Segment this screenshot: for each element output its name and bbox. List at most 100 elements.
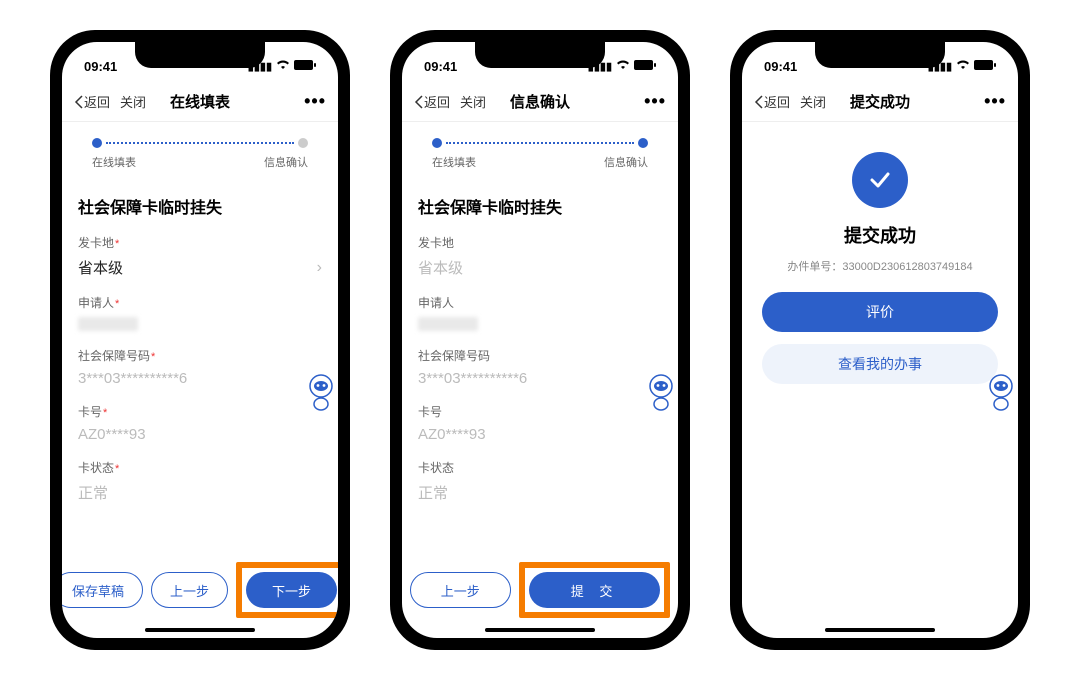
more-button[interactable]: ••• (304, 91, 326, 112)
notch (815, 42, 945, 68)
close-button[interactable]: 关闭 (800, 92, 826, 111)
success-content: 提交成功 办件单号：33000D230612803749184 评价 查看我的办… (742, 122, 1018, 396)
chevron-left-icon (754, 95, 764, 109)
step-label-1: 在线填表 (432, 154, 476, 170)
close-button[interactable]: 关闭 (120, 92, 146, 111)
prev-button[interactable]: 上一步 (410, 572, 511, 608)
status-label: 卡状态 (418, 461, 454, 475)
status-time: 09:41 (764, 59, 797, 74)
phone-frame-3: 09:41 ▮▮▮▮ 返回 关闭 提交成功 ••• 提交成功 (730, 30, 1030, 650)
applicant-value-masked (418, 317, 478, 331)
form-content: 社会保障卡临时挂失 发卡地 省本级 › 申请人 社会保障号码 3***03***… (62, 182, 338, 550)
field-status: 卡状态 正常 (78, 453, 322, 513)
footer-actions: 保存草稿 上一步 下一步 (62, 550, 338, 638)
status-value: 正常 (78, 482, 108, 503)
field-card: 卡号 AZ0****93 (78, 397, 322, 453)
mascot-icon[interactable] (984, 372, 1018, 412)
wifi-icon (276, 60, 290, 73)
home-indicator[interactable] (145, 628, 255, 632)
card-label: 卡号 (78, 405, 107, 419)
ssn-label: 社会保障号码 (418, 349, 490, 363)
case-number: 办件单号：33000D230612803749184 (787, 258, 972, 274)
progress-dash (106, 142, 294, 144)
phone-frame-1: 09:41 ▮▮▮▮ 返回 关闭 在线填表 ••• (50, 30, 350, 650)
rate-button[interactable]: 评价 (762, 292, 998, 332)
submit-button[interactable]: 提 交 (529, 572, 661, 608)
step-dot-2 (298, 138, 308, 148)
chevron-left-icon (74, 95, 84, 109)
mascot-icon[interactable] (304, 372, 338, 412)
wifi-icon (616, 60, 630, 73)
status-label: 卡状态 (78, 461, 119, 475)
step-label-1: 在线填表 (92, 154, 136, 170)
view-my-tasks-button[interactable]: 查看我的办事 (762, 344, 998, 384)
field-card: 卡号 AZ0****93 (418, 397, 662, 453)
applicant-value-masked (78, 317, 138, 331)
card-label: 卡号 (418, 405, 442, 419)
back-button[interactable]: 返回 (414, 92, 450, 111)
chevron-right-icon: › (317, 259, 322, 277)
notch (135, 42, 265, 68)
home-indicator[interactable] (825, 628, 935, 632)
nav-bar: 返回 关闭 在线填表 ••• (62, 82, 338, 122)
step-label-2: 信息确认 (264, 154, 308, 170)
chevron-left-icon (414, 95, 424, 109)
step-dot-1 (92, 138, 102, 148)
field-applicant: 申请人 (78, 288, 322, 341)
ssn-label: 社会保障号码 (78, 349, 155, 363)
close-button[interactable]: 关闭 (460, 92, 486, 111)
screen-1: 09:41 ▮▮▮▮ 返回 关闭 在线填表 ••• (62, 42, 338, 638)
next-button[interactable]: 下一步 (246, 572, 337, 608)
issuer-label: 发卡地 (418, 236, 454, 250)
wifi-icon (956, 60, 970, 73)
confirm-content: 社会保障卡临时挂失 发卡地 省本级 申请人 社会保障号码 3***03*****… (402, 182, 678, 550)
field-status: 卡状态 正常 (418, 453, 662, 513)
back-button[interactable]: 返回 (74, 92, 110, 111)
progress-dash (446, 142, 634, 144)
field-ssn: 社会保障号码 3***03**********6 (78, 341, 322, 397)
success-check-icon (852, 152, 908, 208)
home-indicator[interactable] (485, 628, 595, 632)
ssn-value: 3***03**********6 (418, 370, 527, 387)
battery-icon (294, 60, 316, 73)
back-button[interactable]: 返回 (754, 92, 790, 111)
issuer-value: 省本级 (418, 257, 463, 278)
footer-actions: 上一步 提 交 (402, 550, 678, 638)
mascot-icon[interactable] (644, 372, 678, 412)
section-title: 社会保障卡临时挂失 (418, 194, 662, 218)
notch (475, 42, 605, 68)
highlight-box: 下一步 (236, 562, 338, 618)
more-button[interactable]: ••• (984, 91, 1006, 112)
nav-bar: 返回 关闭 提交成功 ••• (742, 82, 1018, 122)
screen-2: 09:41 ▮▮▮▮ 返回 关闭 信息确认 ••• (402, 42, 678, 638)
prev-button[interactable]: 上一步 (151, 572, 228, 608)
applicant-label: 申请人 (418, 296, 454, 310)
more-button[interactable]: ••• (644, 91, 666, 112)
save-draft-button[interactable]: 保存草稿 (62, 572, 143, 608)
status-time: 09:41 (84, 59, 117, 74)
battery-icon (634, 60, 656, 73)
battery-icon (974, 60, 996, 73)
nav-bar: 返回 关闭 信息确认 ••• (402, 82, 678, 122)
screen-3: 09:41 ▮▮▮▮ 返回 关闭 提交成功 ••• 提交成功 (742, 42, 1018, 638)
page-title: 信息确认 (510, 91, 570, 112)
field-issuer: 发卡地 省本级 (418, 228, 662, 288)
field-applicant: 申请人 (418, 288, 662, 341)
phone-frame-2: 09:41 ▮▮▮▮ 返回 关闭 信息确认 ••• (390, 30, 690, 650)
success-title: 提交成功 (844, 222, 916, 248)
card-value: AZ0****93 (78, 426, 146, 443)
progress-steps: 在线填表 信息确认 (62, 122, 338, 182)
section-title: 社会保障卡临时挂失 (78, 194, 322, 218)
step-dot-1 (432, 138, 442, 148)
page-title: 提交成功 (850, 91, 910, 112)
highlight-box: 提 交 (519, 562, 671, 618)
step-label-2: 信息确认 (604, 154, 648, 170)
status-time: 09:41 (424, 59, 457, 74)
ssn-value: 3***03**********6 (78, 370, 187, 387)
card-value: AZ0****93 (418, 426, 486, 443)
issuer-value: 省本级 (78, 257, 123, 278)
page-title: 在线填表 (170, 91, 230, 112)
status-value: 正常 (418, 482, 448, 503)
applicant-label: 申请人 (78, 296, 119, 310)
field-issuer[interactable]: 发卡地 省本级 › (78, 228, 322, 288)
